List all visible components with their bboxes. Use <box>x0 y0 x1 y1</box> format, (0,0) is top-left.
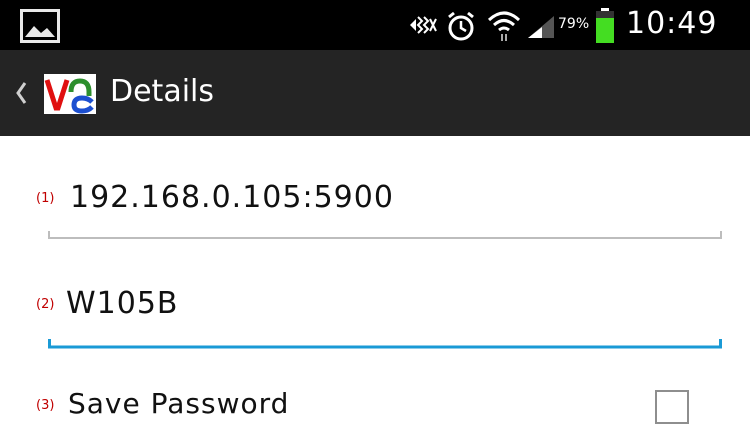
status-bar: 79% 10:49 <box>0 0 750 50</box>
action-bar: Details <box>0 50 750 136</box>
save-password-label: Save Password <box>68 387 290 420</box>
signal-icon <box>528 16 554 38</box>
alarm-clock-icon <box>448 11 474 41</box>
host-field-underline <box>48 231 722 239</box>
image-notification-icon <box>20 9 60 43</box>
wifi-icon <box>487 11 521 41</box>
host-address-field[interactable]: 192.168.0.105:5900 <box>70 180 394 215</box>
vnc-app-logo[interactable] <box>44 74 96 114</box>
name-field-underline-focused <box>48 339 722 349</box>
field-1-number: (1) <box>36 191 55 206</box>
screen-title: Details <box>110 74 215 109</box>
battery-percent: 79% <box>558 16 590 32</box>
field-2-number: (2) <box>36 297 55 312</box>
silent-mode-icon <box>410 16 437 34</box>
connection-name-field[interactable]: W105B <box>66 286 179 321</box>
status-time: 10:49 <box>626 6 718 41</box>
field-3-number: (3) <box>36 398 55 413</box>
battery-icon <box>596 8 614 43</box>
back-chevron-icon[interactable] <box>14 80 28 106</box>
